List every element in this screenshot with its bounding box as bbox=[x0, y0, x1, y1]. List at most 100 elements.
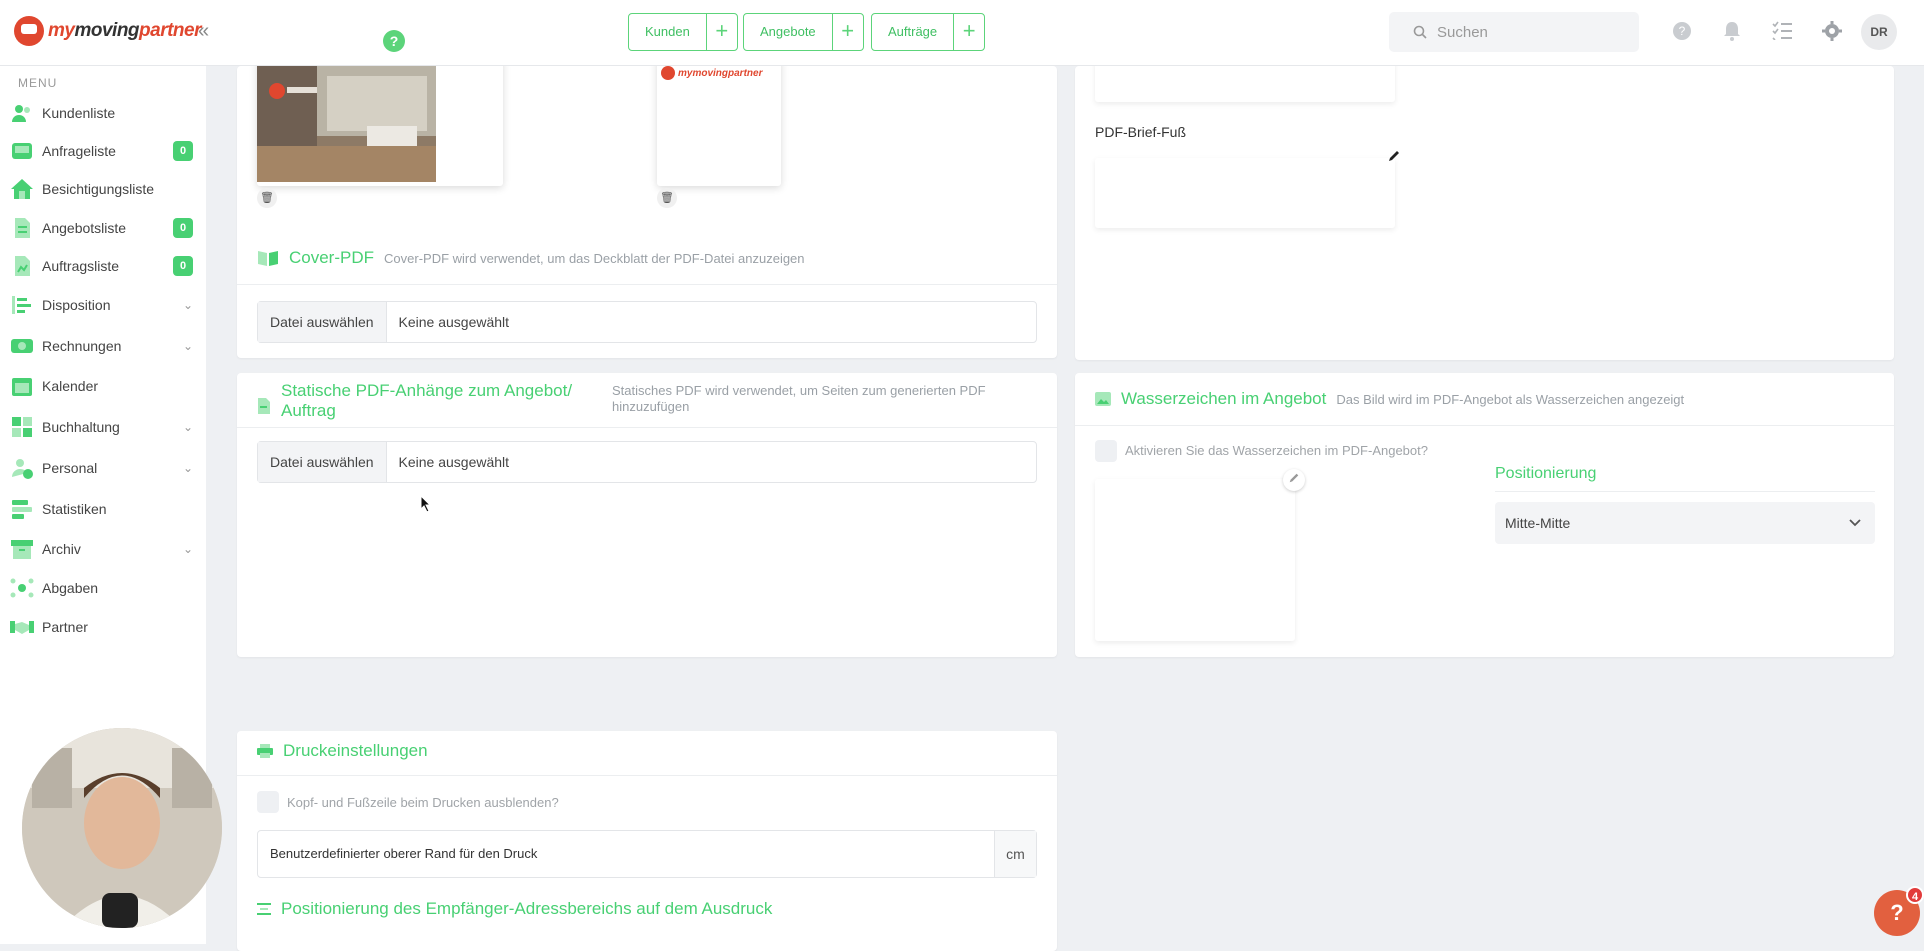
tasks-checklist-icon[interactable] bbox=[1770, 20, 1794, 44]
presenter-video-overlay bbox=[22, 728, 222, 928]
watermark-checkbox[interactable] bbox=[1095, 440, 1117, 462]
positioning-select[interactable]: Mitte-Mitte bbox=[1495, 502, 1875, 544]
static-pdf-card: Statische PDF-Anhänge zum Angebot/ Auftr… bbox=[237, 373, 1057, 657]
sidebar-item-kundenliste[interactable]: Kundenliste bbox=[0, 96, 206, 130]
address-position-header: Positionierung des Empfänger-Adressberei… bbox=[257, 899, 772, 919]
hide-header-footer-checkbox[interactable] bbox=[257, 791, 279, 813]
static-pdf-title: Statische PDF-Anhänge zum Angebot/ Auftr… bbox=[281, 381, 573, 420]
quick-angebote-button[interactable]: Angebote bbox=[744, 14, 833, 50]
edit-watermark-icon[interactable] bbox=[1283, 469, 1305, 491]
book-icon bbox=[258, 251, 278, 266]
network-icon bbox=[10, 578, 34, 598]
user-avatar[interactable]: DR bbox=[1861, 14, 1897, 50]
watermark-checkbox-label: Aktivieren Sie das Wasserzeichen im PDF-… bbox=[1125, 443, 1428, 458]
search-input[interactable]: Suchen bbox=[1389, 12, 1639, 52]
sidebar-item-label: Kalender bbox=[42, 378, 99, 394]
quick-auftraege-button[interactable]: Aufträge bbox=[872, 14, 955, 50]
divider bbox=[1495, 491, 1875, 492]
print-settings-title: Druckeinstellungen bbox=[283, 741, 428, 760]
sidebar-item-label: Archiv bbox=[42, 541, 81, 557]
search-icon bbox=[1413, 25, 1427, 39]
static-pdf-icon bbox=[257, 397, 271, 420]
cover-image-thumbnail[interactable] bbox=[257, 58, 503, 186]
pdf-footer-preview[interactable] bbox=[1095, 158, 1395, 228]
bell-icon[interactable] bbox=[1720, 20, 1744, 44]
quick-action-auftraege: Aufträge + bbox=[871, 13, 986, 51]
sidebar-item-besichtigungsliste[interactable]: Besichtigungsliste bbox=[0, 172, 206, 206]
add-auftrag-button[interactable]: + bbox=[954, 14, 984, 50]
file-value: Keine ausgewählt bbox=[398, 314, 510, 330]
collapse-sidebar-icon[interactable]: « bbox=[198, 20, 209, 43]
sidebar-item-auftragsliste[interactable]: Auftragsliste 0 bbox=[0, 249, 206, 283]
add-angebot-button[interactable]: + bbox=[833, 14, 863, 50]
mouse-cursor-icon bbox=[420, 495, 432, 513]
notification-count-badge: 4 bbox=[1906, 886, 1924, 904]
logo-small-text: mymovingpartner bbox=[678, 67, 763, 79]
address-position-title: Positionierung des Empfänger-Adressberei… bbox=[281, 899, 773, 918]
chevron-down-icon: ⌄ bbox=[183, 420, 194, 434]
cover-logo-thumbnail[interactable]: mymovingpartner bbox=[657, 58, 781, 186]
positioning-value: Mitte-Mitte bbox=[1505, 515, 1571, 531]
sidebar-item-label: Partner bbox=[42, 619, 88, 635]
handshake-icon bbox=[10, 621, 34, 634]
add-kunde-button[interactable]: + bbox=[707, 14, 737, 50]
static-pdf-file-input[interactable]: Datei auswählen Keine ausgewählt bbox=[257, 441, 1037, 483]
sidebar-item-label: Statistiken bbox=[42, 501, 107, 517]
help-tour-icon[interactable]: ? bbox=[383, 30, 405, 52]
sidebar-item-statistiken[interactable]: Statistiken bbox=[0, 492, 206, 526]
delete-logo-icon[interactable]: 🗑 bbox=[657, 188, 677, 208]
watermark-image-preview[interactable] bbox=[1095, 479, 1295, 641]
help-chat-button[interactable]: ? 4 bbox=[1874, 886, 1924, 936]
sidebar-item-label: Kundenliste bbox=[42, 105, 116, 121]
gear-icon[interactable] bbox=[1820, 20, 1844, 44]
sidebar-item-disposition[interactable]: Disposition ⌄ bbox=[0, 288, 206, 322]
help-icon[interactable]: ? bbox=[1670, 20, 1694, 44]
svg-text:?: ? bbox=[1679, 24, 1686, 38]
edit-footer-icon[interactable] bbox=[1383, 148, 1405, 170]
sidebar-item-anfrageliste[interactable]: Anfrageliste 0 bbox=[0, 134, 206, 168]
document-icon bbox=[15, 218, 30, 238]
top-bar: mymovingpartner « ? Kunden + Angebote + … bbox=[0, 0, 1924, 66]
sidebar-item-abgaben[interactable]: Abgaben bbox=[0, 571, 206, 605]
home-icon bbox=[11, 179, 33, 199]
users-icon bbox=[12, 105, 30, 122]
sidebar-item-buchhaltung[interactable]: Buchhaltung ⌄ bbox=[0, 410, 206, 444]
person-clock-icon bbox=[12, 459, 33, 479]
watermark-title: Wasserzeichen im Angebot bbox=[1121, 389, 1327, 408]
watermark-card: Wasserzeichen im Angebot Das Bild wird i… bbox=[1075, 373, 1894, 657]
sidebar-item-kalender[interactable]: Kalender bbox=[0, 369, 206, 403]
chevron-down-icon: ⌄ bbox=[183, 461, 194, 475]
quick-kunden-button[interactable]: Kunden bbox=[629, 14, 707, 50]
choose-file-button[interactable]: Datei auswählen bbox=[258, 302, 387, 342]
count-badge: 0 bbox=[173, 218, 193, 238]
search-placeholder: Suchen bbox=[1437, 23, 1488, 41]
help-icon: ? bbox=[1890, 900, 1904, 925]
sidebar-item-label: Besichtigungsliste bbox=[42, 181, 155, 197]
divider bbox=[237, 775, 1057, 776]
sidebar-item-rechnungen[interactable]: Rechnungen ⌄ bbox=[0, 329, 206, 363]
tasks-icon bbox=[12, 296, 31, 314]
choose-file-button[interactable]: Datei auswählen bbox=[258, 442, 387, 482]
calendar-icon bbox=[12, 378, 32, 396]
cover-pdf-file-input[interactable]: Datei auswählen Keine ausgewählt bbox=[257, 301, 1037, 343]
sidebar-item-archiv[interactable]: Archiv ⌄ bbox=[0, 532, 206, 566]
logo-small: mymovingpartner bbox=[661, 66, 762, 80]
top-margin-input[interactable]: Benutzerdefinierter oberer Rand für den … bbox=[257, 830, 1037, 878]
unit-label: cm bbox=[994, 831, 1036, 877]
sidebar-item-label: Personal bbox=[42, 460, 98, 476]
image-icon bbox=[1095, 392, 1111, 406]
file-value: Keine ausgewählt bbox=[398, 454, 510, 470]
app-logo[interactable]: mymovingpartner bbox=[14, 14, 201, 48]
delete-cover-image-icon[interactable]: 🗑 bbox=[257, 188, 277, 208]
sidebar-item-angebotsliste[interactable]: Angebotsliste 0 bbox=[0, 211, 206, 245]
pdf-footer-card: PDF-Brief-Fuß bbox=[1075, 58, 1894, 360]
watermark-header: Wasserzeichen im Angebot Das Bild wird i… bbox=[1095, 389, 1684, 409]
sidebar-item-personal[interactable]: Personal ⌄ bbox=[0, 451, 206, 485]
office-photo-image bbox=[257, 66, 436, 182]
logo-mark-icon bbox=[661, 66, 675, 80]
sidebar-item-partner[interactable]: Partner bbox=[0, 610, 206, 644]
grid-icon bbox=[12, 417, 32, 437]
sidebar-item-label: Disposition bbox=[42, 297, 111, 313]
print-settings-header: Druckeinstellungen bbox=[257, 741, 428, 761]
static-pdf-description: Statisches PDF wird verwendet, um Seiten… bbox=[612, 383, 986, 414]
